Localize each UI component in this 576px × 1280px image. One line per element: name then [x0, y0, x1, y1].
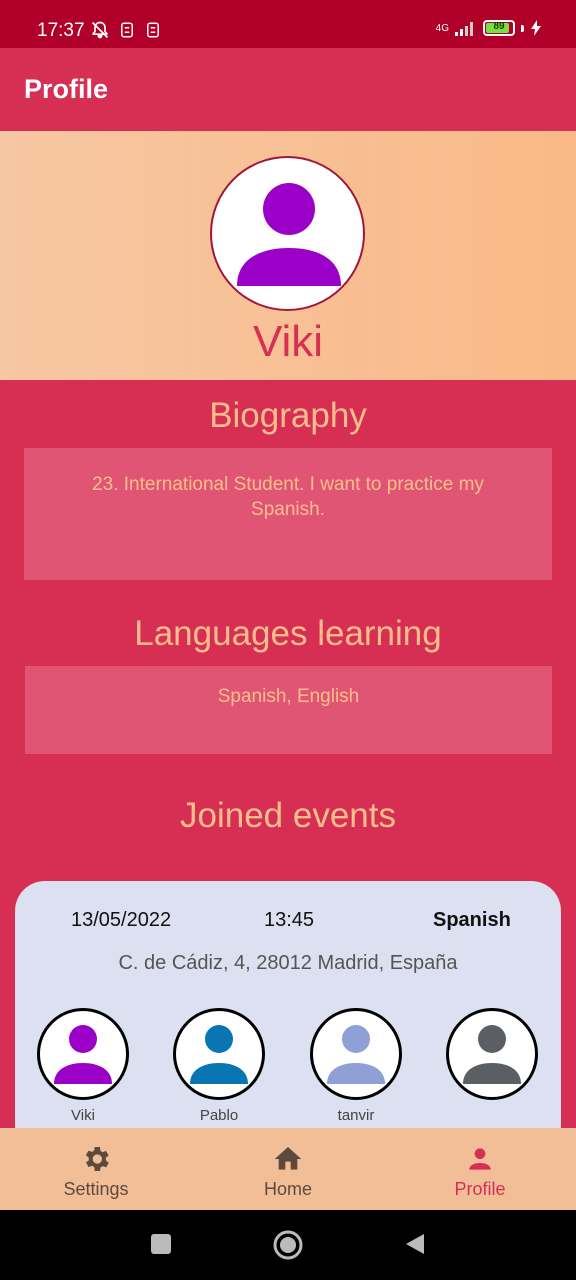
- charging-icon: [531, 20, 541, 36]
- participant-avatar[interactable]: [37, 1008, 129, 1100]
- event-address: C. de Cádiz, 4, 28012 Madrid, España: [118, 952, 458, 974]
- participant-avatar[interactable]: [173, 1008, 265, 1100]
- participant-name: Viki: [71, 1107, 95, 1124]
- app-bar: Profile: [0, 48, 576, 131]
- event-card[interactable]: 13/05/2022 13:45 Spanish C. de Cádiz, 4,…: [15, 881, 561, 1141]
- nav-label-profile: Profile: [454, 1179, 506, 1199]
- nav-home[interactable]: Home: [192, 1128, 384, 1210]
- event-language: Spanish: [433, 909, 511, 931]
- bottom-nav: Settings Home Profile: [0, 1128, 576, 1210]
- signal-icon: [455, 22, 473, 36]
- languages-box: Spanish, English: [25, 666, 552, 754]
- network-label: 4G: [435, 22, 449, 34]
- event-time: 13:45: [264, 909, 315, 931]
- languages-text: Spanish, English: [217, 686, 360, 707]
- nav-label-home: Home: [263, 1179, 312, 1199]
- participant-name: Pablo: [199, 1107, 239, 1124]
- battery-text: 89: [493, 21, 505, 32]
- home-button[interactable]: [272, 1229, 304, 1261]
- person-icon: [463, 1025, 521, 1084]
- bell-off-icon: [91, 21, 109, 39]
- languages-title: Languages learning: [134, 614, 442, 653]
- status-icons-left: [90, 20, 162, 40]
- person-icon: [54, 1025, 112, 1084]
- person-icon: [327, 1025, 385, 1084]
- biography-text: 23. International Student. I want to pra…: [92, 474, 484, 520]
- nav-settings[interactable]: Settings: [0, 1128, 192, 1210]
- status-time: 17:37: [37, 20, 85, 41]
- battery-cap: [521, 24, 524, 32]
- participant-avatar[interactable]: [310, 1008, 402, 1100]
- sync-icon: [121, 22, 133, 38]
- participant-avatar[interactable]: [446, 1008, 538, 1100]
- profile-header: Viki: [0, 131, 576, 380]
- page-title: Profile: [24, 74, 109, 104]
- profile-name: Viki: [252, 317, 324, 366]
- back-button[interactable]: [402, 1232, 426, 1256]
- biography-title: Biography: [209, 396, 367, 435]
- nav-label-settings: Settings: [63, 1179, 129, 1199]
- person-icon: [190, 1025, 248, 1084]
- status-icons-right: 4G 89: [436, 20, 542, 36]
- events-title: Joined events: [180, 796, 396, 835]
- profile-avatar[interactable]: [210, 156, 365, 311]
- biography-box: 23. International Student. I want to pra…: [24, 448, 552, 580]
- home-icon: [274, 1147, 302, 1170]
- battery-indicator: 89: [483, 20, 515, 36]
- person-icon: [237, 183, 341, 286]
- system-nav-bar: [0, 1210, 576, 1280]
- recents-button[interactable]: [149, 1232, 173, 1256]
- status-bar: 17:37 4G 89: [0, 0, 576, 48]
- participant-name: tanvir: [337, 1107, 375, 1124]
- person-icon: [469, 1148, 491, 1170]
- sync-icon-2: [147, 22, 159, 38]
- event-date: 13/05/2022: [71, 909, 172, 931]
- gear-icon: [85, 1147, 109, 1171]
- nav-profile[interactable]: Profile: [384, 1128, 576, 1210]
